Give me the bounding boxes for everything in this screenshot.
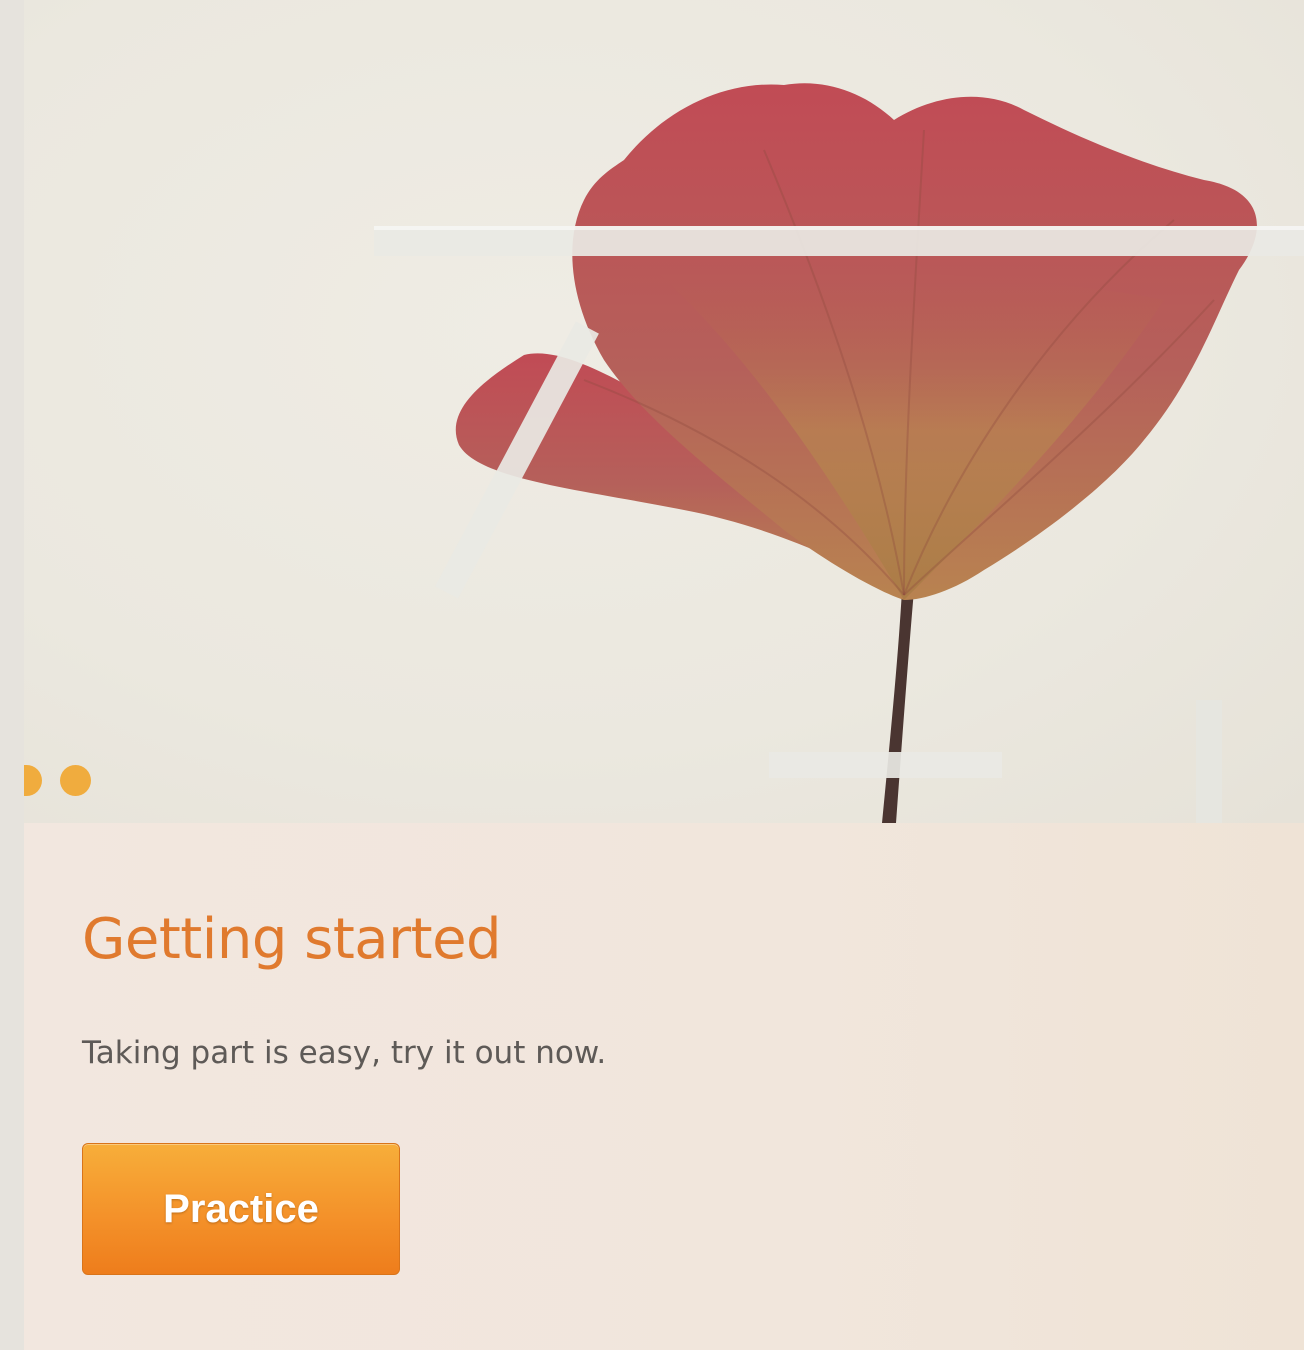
hero-image (24, 0, 1304, 823)
left-margin (0, 0, 24, 1350)
pressed-flower-illustration (374, 83, 1304, 823)
section-description: Taking part is easy, try it out now. (82, 1035, 607, 1071)
carousel-dot-2[interactable] (60, 764, 91, 796)
page: Getting started Taking part is easy, try… (0, 0, 1304, 1350)
section-title: Getting started (82, 907, 502, 972)
tape-strip-stem (769, 752, 1002, 778)
tape-strip-corner (1196, 700, 1222, 823)
flower-stem (882, 590, 914, 823)
tape-strip-top (374, 226, 1304, 256)
carousel-dot-1[interactable] (24, 764, 42, 796)
practice-button[interactable]: Practice (82, 1143, 400, 1275)
getting-started-section: Getting started Taking part is easy, try… (24, 823, 1304, 1350)
carousel-dots (24, 762, 91, 798)
